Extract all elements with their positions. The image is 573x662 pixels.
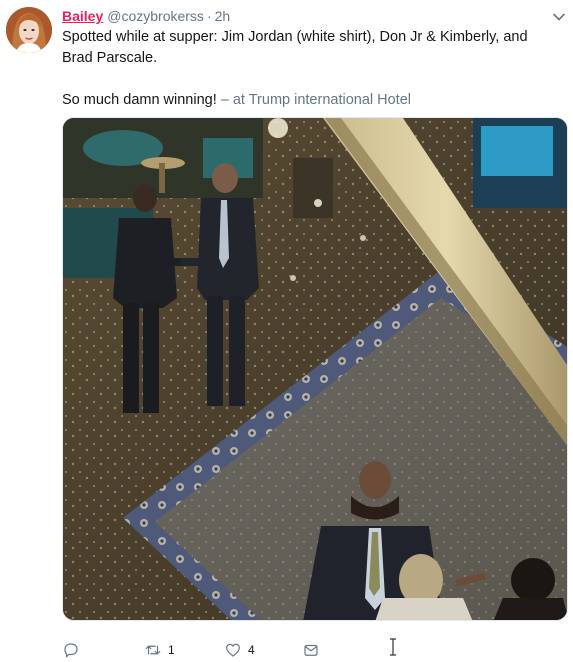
tweet-photo[interactable] bbox=[62, 117, 568, 621]
reply-button[interactable] bbox=[62, 640, 80, 660]
tweet[interactable]: Bailey @cozybrokerss · 2h Spotted while at … bbox=[0, 0, 573, 662]
author-name[interactable]: Bailey bbox=[62, 8, 103, 24]
reply-icon bbox=[64, 643, 78, 658]
envelope-icon bbox=[304, 644, 318, 656]
retweet-icon bbox=[145, 645, 161, 655]
tweet-text-line-1: Spotted while at supper: Jim Jordan (whi… bbox=[62, 29, 528, 66]
tweet-header: Bailey @cozybrokerss · 2h bbox=[62, 7, 543, 25]
heart-icon bbox=[226, 643, 240, 657]
chevron-down-icon[interactable] bbox=[551, 9, 567, 25]
retweet-button[interactable]: 1 bbox=[144, 640, 175, 660]
timestamp[interactable]: 2h bbox=[215, 8, 231, 24]
location-prefix: – at bbox=[216, 92, 249, 108]
separator-dot: · bbox=[206, 8, 212, 24]
tweet-actions: 1 4 bbox=[62, 640, 562, 660]
photo-image bbox=[63, 118, 567, 620]
author-handle[interactable]: @cozybrokerss bbox=[107, 8, 204, 24]
direct-message-button[interactable] bbox=[302, 640, 320, 660]
tweet-text: Spotted while at supper: Jim Jordan (whi… bbox=[62, 27, 562, 111]
avatar[interactable] bbox=[6, 7, 52, 53]
retweet-count: 1 bbox=[168, 643, 175, 657]
like-button[interactable]: 4 bbox=[224, 640, 255, 660]
like-count: 4 bbox=[248, 643, 255, 657]
tweet-text-body: So much damn winning! bbox=[62, 92, 217, 108]
location-link[interactable]: Trump international Hotel bbox=[249, 92, 411, 108]
tweet-text-line-2: So much damn winning! – at Trump interna… bbox=[62, 90, 562, 111]
text-cursor-icon bbox=[390, 638, 396, 656]
